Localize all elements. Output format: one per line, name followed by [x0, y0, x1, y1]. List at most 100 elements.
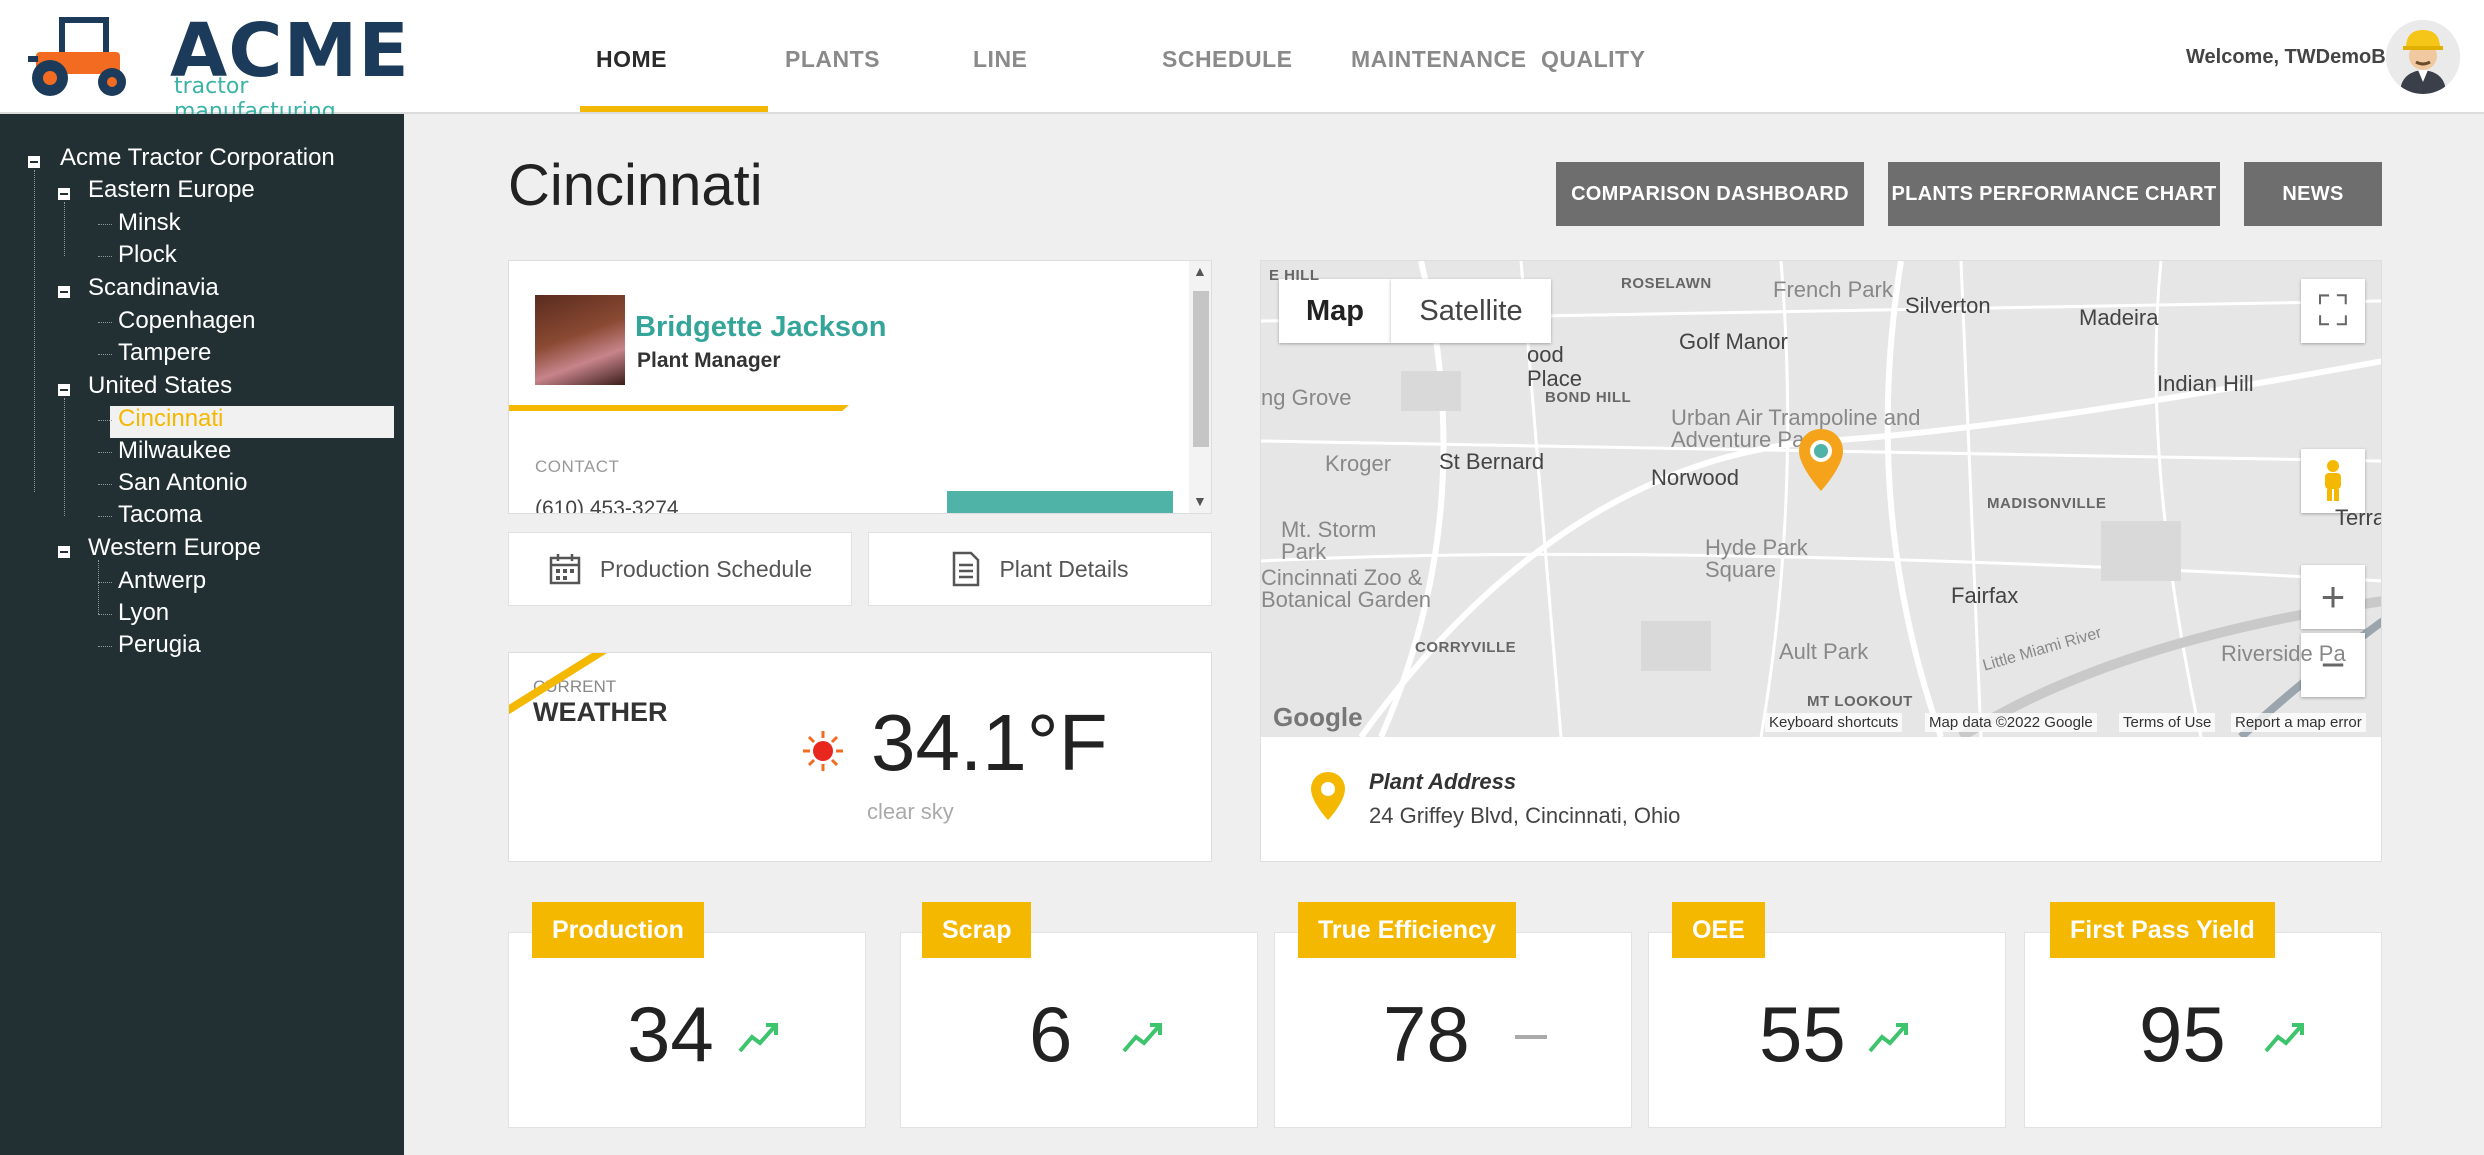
fullscreen-icon[interactable]: ⛶ — [2301, 279, 2365, 343]
tree-collapse-eastern-europe[interactable] — [58, 188, 70, 200]
map-label-terrace: Terra — [2335, 505, 2382, 530]
tree-plant-cincinnati[interactable]: Cincinnati — [118, 405, 223, 433]
map-label-ault-park: Ault Park — [1779, 639, 1869, 664]
plant-tree-sidebar: Acme Tractor Corporation Eastern Europe … — [0, 114, 404, 1155]
map-canvas[interactable]: Map Satellite ⛶ + − E HILL ROSELAWN Fren… — [1261, 261, 2382, 737]
tree-root[interactable]: Acme Tractor Corporation — [60, 144, 335, 172]
scroll-thumb[interactable] — [1193, 291, 1209, 447]
map-label-golf-manor: Golf Manor — [1679, 329, 1788, 354]
map-tab-map[interactable]: Map — [1279, 279, 1391, 343]
tree-plant-lyon[interactable]: Lyon — [118, 599, 169, 627]
production-schedule-button[interactable]: Production Schedule — [508, 532, 852, 606]
kpi-card-first-pass-yield[interactable]: 95 — [2024, 932, 2382, 1128]
plant-details-label: Plant Details — [999, 555, 1129, 582]
tree-plant-milwaukee[interactable]: Milwaukee — [118, 437, 231, 465]
map-label-grove: ng Grove — [1261, 385, 1352, 410]
tree-collapse-root[interactable] — [28, 156, 40, 168]
google-logo: Google — [1273, 702, 1363, 732]
tree-collapse-western-europe[interactable] — [58, 546, 70, 558]
tree-plant-tampere[interactable]: Tampere — [118, 339, 211, 367]
pegman-icon — [2325, 460, 2341, 501]
map-label-bond-hill: BOND HILL — [1545, 389, 1632, 406]
tree-region-eastern-europe[interactable]: Eastern Europe — [88, 176, 255, 204]
kpi-tag-production: Production — [532, 902, 704, 958]
tree-region-united-states[interactable]: United States — [88, 372, 232, 400]
trend-up-icon — [2264, 1023, 2304, 1053]
scroll-up-icon[interactable]: ▲ — [1193, 263, 1207, 279]
tree-plant-minsk[interactable]: Minsk — [118, 209, 181, 237]
trend-up-icon — [1868, 1023, 1908, 1053]
map-label-place: ood Place — [1527, 342, 1583, 391]
nav-home[interactable]: HOME — [596, 46, 667, 73]
kpi-tag-first-pass-yield: First Pass Yield — [2050, 902, 2275, 958]
map-label-french-park: French Park — [1773, 277, 1893, 302]
tree-collapse-united-states[interactable] — [58, 384, 70, 396]
contact-phone[interactable]: (610) 453-3274 — [535, 497, 679, 513]
scroll-down-icon[interactable]: ▼ — [1193, 493, 1207, 509]
address-pin-icon — [1311, 772, 1345, 820]
tree-plant-tacoma[interactable]: Tacoma — [118, 501, 202, 529]
kpi-value-first-pass-yield: 95 — [2139, 990, 2226, 1078]
tree-plant-plock[interactable]: Plock — [118, 241, 177, 269]
acme-logo[interactable]: ACME tractor manufacturing — [22, 12, 409, 124]
plant-location-pin-icon[interactable] — [1797, 427, 1845, 493]
nav-quality[interactable]: QUALITY — [1541, 46, 1645, 73]
user-avatar[interactable] — [2386, 20, 2460, 94]
production-schedule-label: Production Schedule — [599, 555, 813, 582]
plants-performance-chart-button[interactable]: PLANTS PERFORMANCE CHART — [1888, 162, 2220, 226]
trend-up-icon — [1122, 1023, 1162, 1053]
map-label-fairfax: Fairfax — [1951, 583, 2019, 608]
map-label-roselawn: ROSELAWN — [1621, 275, 1712, 292]
sun-icon — [803, 731, 843, 771]
kpi-card-true-efficiency[interactable]: 78 — [1274, 932, 1632, 1128]
kpi-card-oee[interactable]: 55 — [1648, 932, 2006, 1128]
page-title: Cincinnati — [508, 153, 763, 218]
contact-action-button[interactable] — [947, 491, 1173, 513]
plant-details-button[interactable]: Plant Details — [868, 532, 1212, 606]
nav-maintenance[interactable]: MAINTENANCE — [1351, 46, 1526, 73]
trend-flat-icon — [1515, 1035, 1547, 1039]
tractor-icon — [28, 17, 126, 96]
manager-card-scrollbar[interactable]: ▲ ▼ — [1189, 261, 1211, 513]
map-label-indian-hill: Indian Hill — [2157, 371, 2254, 396]
manager-name: Bridgette Jackson — [635, 311, 887, 343]
tree-plant-san-antonio[interactable]: San Antonio — [118, 469, 247, 497]
nav-schedule[interactable]: SCHEDULE — [1162, 46, 1293, 73]
plant-address: 24 Griffey Blvd, Cincinnati, Ohio — [1369, 803, 1681, 828]
kpi-tag-scrap: Scrap — [922, 902, 1032, 958]
report-map-error-link[interactable]: Report a map error — [2231, 713, 2366, 732]
terms-of-use-link[interactable]: Terms of Use — [2119, 713, 2216, 732]
welcome-text: Welcome, TWDemoB — [2186, 46, 2386, 68]
map-tab-satellite[interactable]: Satellite — [1391, 279, 1551, 343]
weather-card: CURRENT WEATHER 34.1°F clear sky — [508, 652, 1212, 862]
tree-plant-perugia[interactable]: Perugia — [118, 631, 201, 659]
calendar-icon — [549, 554, 581, 585]
street-view-icon[interactable] — [2301, 449, 2365, 513]
nav-line[interactable]: LINE — [973, 46, 1027, 73]
plant-map-card: Map Satellite ⛶ + − E HILL ROSELAWN Fren… — [1260, 260, 2382, 862]
map-label-hyde-park: Hyde Park Square — [1705, 535, 1808, 582]
map-label-kroger: Kroger — [1325, 451, 1392, 476]
plant-address-title: Plant Address — [1369, 769, 1517, 794]
map-label-corryville: CORRYVILLE — [1415, 639, 1517, 656]
zoom-in-icon[interactable]: + — [2301, 565, 2365, 629]
tree-plant-antwerp[interactable]: Antwerp — [118, 567, 206, 595]
tree-collapse-scandinavia[interactable] — [58, 286, 70, 298]
keyboard-shortcuts-link[interactable]: Keyboard shortcuts — [1765, 713, 1903, 732]
kpi-value-scrap: 6 — [1029, 990, 1073, 1078]
comparison-dashboard-button[interactable]: COMPARISON DASHBOARD — [1556, 162, 1864, 226]
kpi-card-scrap[interactable]: 6 — [900, 932, 1258, 1128]
tree-region-scandinavia[interactable]: Scandinavia — [88, 274, 219, 302]
kpi-card-production[interactable]: 34 — [508, 932, 866, 1128]
tree-plant-copenhagen[interactable]: Copenhagen — [118, 307, 255, 335]
kpi-value-oee: 55 — [1759, 990, 1846, 1078]
tree-region-western-europe[interactable]: Western Europe — [88, 534, 261, 562]
plant-manager-card: Bridgette Jackson Plant Manager CONTACT … — [508, 260, 1212, 514]
nav-plants[interactable]: PLANTS — [785, 46, 880, 73]
news-button[interactable]: NEWS — [2244, 162, 2382, 226]
weather-title: WEATHER — [533, 697, 668, 727]
nav-active-indicator — [580, 106, 768, 112]
map-label-norwood: Norwood — [1651, 465, 1740, 490]
manager-accent-bar — [509, 405, 849, 411]
document-icon — [953, 551, 980, 587]
